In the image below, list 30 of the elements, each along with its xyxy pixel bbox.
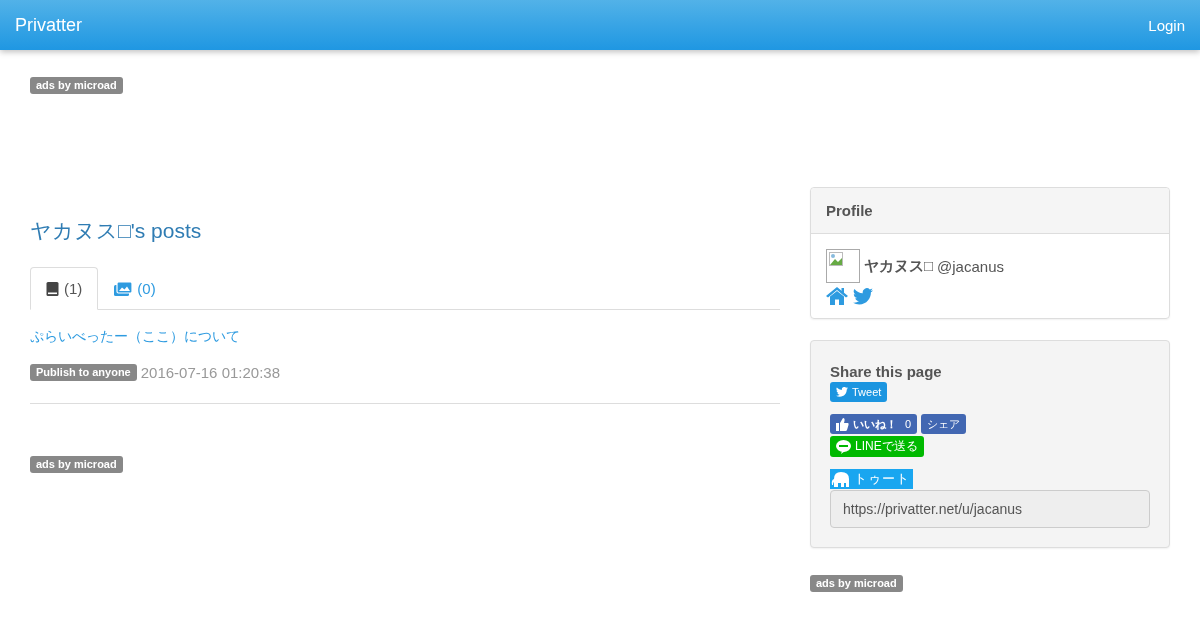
images-icon [114, 281, 133, 296]
elephant-icon [831, 471, 850, 487]
fbshare-button[interactable]: シェア [921, 414, 967, 434]
visibility-label: Publish to anyone [30, 364, 137, 381]
book-icon [46, 281, 59, 296]
twitter-icon [836, 387, 848, 397]
panel-heading: Share this page [830, 363, 943, 380]
ads-label: ads by microad [30, 77, 123, 94]
tab[interactable]: (0) [98, 267, 172, 310]
post-date: 2016-07-16 01:20:38 [140, 364, 281, 381]
url-field[interactable]: https://privatter.net/u/jacanus [830, 490, 1150, 528]
page-title: ヤカヌス□'s posts [30, 218, 203, 244]
user-name: ヤカヌス□ [864, 256, 934, 276]
twitter-icon[interactable] [853, 287, 873, 305]
post-link[interactable]: ぷらいべったー（ここ）について [30, 328, 240, 346]
tab[interactable]: (1) [30, 267, 99, 310]
thumbs-up-icon [836, 417, 849, 431]
ads-label: ads by microad [30, 456, 123, 473]
ads-label: ads by microad [810, 575, 903, 592]
broken-image-icon [826, 249, 860, 283]
home-icon[interactable] [826, 287, 848, 305]
login-link[interactable]: Login [1148, 16, 1185, 34]
panel-heading: Profile [811, 188, 1169, 234]
speech-bubble-icon [836, 439, 851, 454]
toot-button[interactable]: トゥート [830, 469, 913, 489]
tweet-button[interactable]: Tweet [830, 382, 888, 402]
line-button[interactable]: LINEで送る [830, 436, 924, 457]
brand-logo[interactable]: Privatter [15, 14, 83, 36]
like-button[interactable]: いいね！ 0 [830, 414, 918, 434]
user-handle: @jacanus [937, 257, 1004, 275]
